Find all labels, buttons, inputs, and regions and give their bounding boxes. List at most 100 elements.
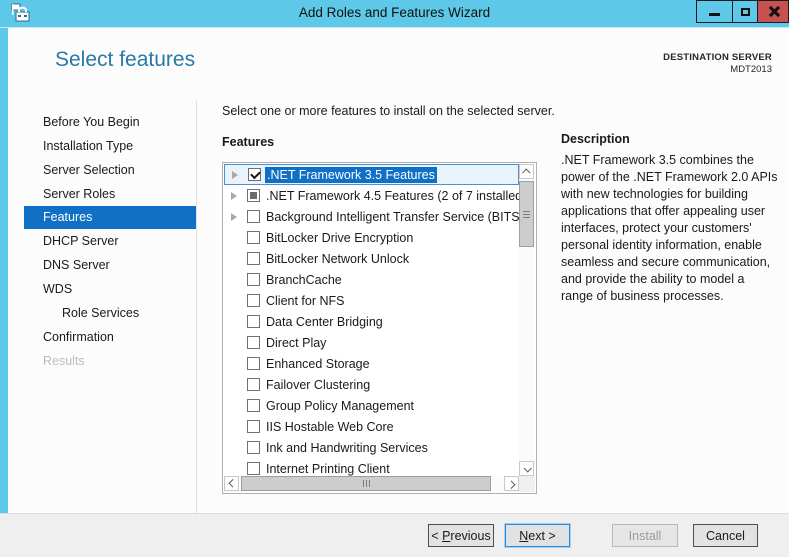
feature-label: Enhanced Storage	[266, 356, 370, 371]
previous-button-label: <	[431, 528, 443, 543]
feature-label: .NET Framework 3.5 Features	[265, 166, 437, 183]
horizontal-scrollbar[interactable]	[224, 476, 519, 492]
window-controls	[696, 0, 789, 23]
title-bar: Add Roles and Features Wizard	[0, 0, 789, 28]
sidebar-divider	[196, 100, 197, 513]
maximize-icon	[740, 7, 750, 16]
vertical-scrollbar[interactable]	[519, 164, 535, 476]
thumb-grip	[362, 480, 364, 487]
checkbox-unchecked[interactable]	[247, 462, 260, 475]
expander-icon[interactable]	[231, 191, 237, 200]
next-button[interactable]: Next >	[505, 524, 570, 547]
feature-label: Background Intelligent Transfer Service …	[266, 209, 519, 224]
destination-server-label: DESTINATION SERVER	[663, 52, 772, 63]
feature-row[interactable]: .NET Framework 4.5 Features (2 of 7 inst…	[224, 185, 519, 206]
thumb-grip	[365, 480, 367, 487]
scroll-left-button[interactable]	[224, 476, 239, 491]
feature-label: BitLocker Drive Encryption	[266, 230, 414, 245]
feature-row[interactable]: Internet Printing Client	[224, 458, 519, 476]
wizard-window: Add Roles and Features Wizard Select fea…	[0, 0, 789, 557]
checkbox-unchecked[interactable]	[247, 441, 260, 454]
close-button[interactable]	[757, 0, 789, 23]
sidebar-item-dns-server[interactable]: DNS Server	[8, 253, 196, 277]
feature-row[interactable]: IIS Hostable Web Core	[224, 416, 519, 437]
sidebar-item-before-you-begin[interactable]: Before You Begin	[8, 110, 196, 134]
thumb-grip	[523, 216, 530, 218]
instruction-text: Select one or more features to install o…	[222, 104, 555, 118]
close-icon	[768, 6, 779, 17]
scroll-down-button[interactable]	[519, 461, 534, 476]
sidebar-item-role-services[interactable]: Role Services	[8, 301, 196, 325]
chevron-right-icon	[506, 479, 516, 489]
feature-label: Client for NFS	[266, 293, 345, 308]
features-rows: .NET Framework 3.5 Features .NET Framewor…	[224, 164, 519, 476]
previous-button[interactable]: < Previous	[428, 524, 494, 547]
feature-label: IIS Hostable Web Core	[266, 419, 394, 434]
feature-row[interactable]: Data Center Bridging	[224, 311, 519, 332]
feature-row[interactable]: Group Policy Management	[224, 395, 519, 416]
sidebar-item-installation-type[interactable]: Installation Type	[8, 134, 196, 158]
feature-label: BranchCache	[266, 272, 342, 287]
page-title: Select features	[55, 48, 196, 71]
next-rest: ext >	[528, 528, 556, 543]
minimize-button[interactable]	[696, 0, 733, 23]
feature-row[interactable]: Failover Clustering	[224, 374, 519, 395]
feature-row[interactable]: Ink and Handwriting Services	[224, 437, 519, 458]
checkbox-unchecked[interactable]	[247, 357, 260, 370]
features-list: .NET Framework 3.5 Features .NET Framewor…	[222, 162, 537, 494]
sidebar-item-dhcp-server[interactable]: DHCP Server	[8, 229, 196, 253]
checkbox-unchecked[interactable]	[247, 420, 260, 433]
maximize-button[interactable]	[732, 0, 758, 23]
checkbox-unchecked[interactable]	[247, 210, 260, 223]
feature-label: Ink and Handwriting Services	[266, 440, 428, 455]
scroll-right-button[interactable]	[504, 476, 519, 491]
checkbox-indeterminate[interactable]	[247, 189, 260, 202]
sidebar-item-confirmation[interactable]: Confirmation	[8, 325, 196, 349]
feature-label: Direct Play	[266, 335, 327, 350]
checkbox-unchecked[interactable]	[247, 231, 260, 244]
feature-label: Internet Printing Client	[266, 461, 390, 476]
scrollbar-corner	[519, 476, 535, 492]
checkbox-checked[interactable]	[248, 168, 261, 181]
thumb-grip	[523, 213, 530, 215]
feature-row[interactable]: BitLocker Drive Encryption	[224, 227, 519, 248]
feature-row[interactable]: Client for NFS	[224, 290, 519, 311]
checkbox-unchecked[interactable]	[247, 252, 260, 265]
window-title: Add Roles and Features Wizard	[298, 5, 491, 20]
feature-label: Group Policy Management	[266, 398, 414, 413]
checkbox-unchecked[interactable]	[247, 378, 260, 391]
feature-row[interactable]: BitLocker Network Unlock	[224, 248, 519, 269]
description-text: .NET Framework 3.5 combines the power of…	[561, 153, 778, 303]
cancel-button-label: Cancel	[706, 528, 745, 543]
wizard-steps-nav: Before You Begin Installation Type Server …	[8, 110, 196, 373]
checkbox-unchecked[interactable]	[247, 336, 260, 349]
checkbox-unchecked[interactable]	[247, 399, 260, 412]
cancel-button[interactable]: Cancel	[693, 524, 758, 547]
feature-row[interactable]: .NET Framework 3.5 Features	[224, 164, 519, 185]
feature-label: .NET Framework 4.5 Features (2 of 7 inst…	[266, 188, 519, 203]
checkbox-unchecked[interactable]	[247, 315, 260, 328]
sidebar-item-wds[interactable]: WDS	[8, 277, 196, 301]
next-button-label: N	[519, 528, 529, 543]
feature-label: BitLocker Network Unlock	[266, 251, 410, 266]
feature-row[interactable]: Enhanced Storage	[224, 353, 519, 374]
feature-row[interactable]: BranchCache	[224, 269, 519, 290]
sidebar-item-server-selection[interactable]: Server Selection	[8, 158, 196, 182]
features-label: Features	[222, 135, 275, 149]
vertical-scroll-thumb[interactable]	[519, 181, 534, 247]
minimize-icon	[709, 13, 720, 16]
feature-row[interactable]: Background Intelligent Transfer Service …	[224, 206, 519, 227]
expander-icon[interactable]	[231, 212, 237, 221]
expander-icon[interactable]	[232, 170, 238, 179]
destination-server-block: DESTINATION SERVER MDT2013	[663, 52, 772, 76]
install-button-label: Install	[628, 528, 662, 543]
sidebar-item-results: Results	[43, 354, 85, 368]
checkbox-unchecked[interactable]	[247, 273, 260, 286]
sidebar-item-features[interactable]: Features	[24, 206, 196, 229]
sidebar-item-server-roles[interactable]: Server Roles	[8, 182, 196, 206]
horizontal-scroll-thumb[interactable]	[241, 476, 491, 491]
feature-row[interactable]: Direct Play	[224, 332, 519, 353]
checkbox-unchecked[interactable]	[247, 294, 260, 307]
chevron-up-icon	[521, 167, 531, 177]
scroll-up-button[interactable]	[519, 164, 534, 179]
